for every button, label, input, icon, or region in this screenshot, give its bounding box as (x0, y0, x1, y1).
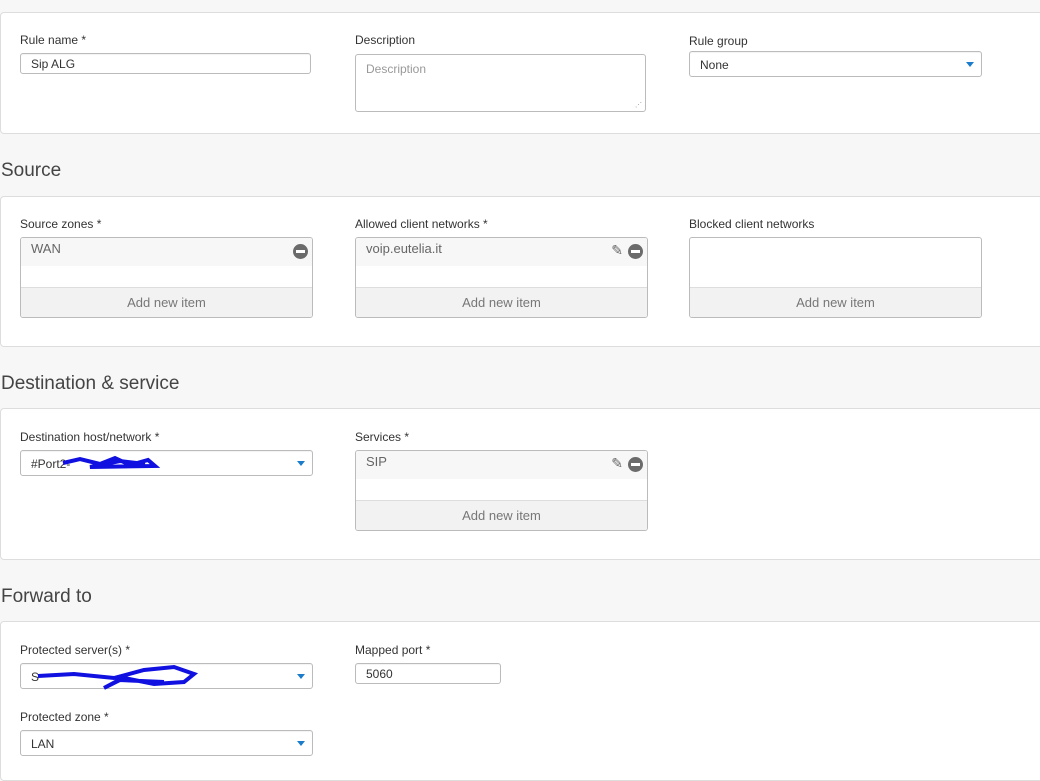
item-label: voip.eutelia.it (366, 241, 442, 256)
item-label: WAN (31, 241, 61, 256)
add-new-item-button[interactable]: Add new item (356, 287, 647, 317)
mapped-port-label: Mapped port * (355, 643, 430, 657)
chevron-down-icon (966, 62, 974, 67)
forward-heading: Forward to (1, 586, 92, 608)
item-label: SIP (366, 454, 387, 469)
services-list: SIP ✎ Add new item (355, 450, 648, 531)
remove-icon[interactable] (293, 244, 308, 259)
description-textarea[interactable]: Description ⋰ (355, 54, 646, 112)
remove-icon[interactable] (628, 457, 643, 472)
add-new-item-button[interactable]: Add new item (21, 287, 312, 317)
allowed-networks-list: voip.eutelia.it ✎ Add new item (355, 237, 648, 318)
forward-panel (0, 621, 1040, 781)
source-zones-label: Source zones * (20, 217, 101, 231)
source-heading: Source (1, 160, 61, 182)
edit-icon[interactable]: ✎ (611, 455, 623, 472)
blocked-networks-label: Blocked client networks (689, 217, 814, 231)
chevron-down-icon (297, 741, 305, 746)
chevron-down-icon (297, 674, 305, 679)
description-label: Description (355, 33, 415, 47)
protected-servers-value: S (31, 670, 39, 684)
protected-servers-select[interactable]: S (20, 663, 313, 689)
allowed-networks-label: Allowed client networks * (355, 217, 488, 231)
protected-servers-label: Protected server(s) * (20, 643, 130, 657)
rule-group-label: Rule group (689, 34, 748, 48)
protected-zone-value: LAN (31, 737, 54, 751)
remove-icon[interactable] (628, 244, 643, 259)
blocked-networks-list: Add new item (689, 237, 982, 318)
protected-zone-select[interactable]: LAN (20, 730, 313, 756)
destination-host-select[interactable]: #Port2- (20, 450, 313, 476)
protected-zone-label: Protected zone * (20, 710, 109, 724)
add-new-item-button[interactable]: Add new item (356, 500, 647, 530)
rule-group-select[interactable]: None (689, 51, 982, 77)
mapped-port-input[interactable]: 5060 (355, 663, 501, 684)
destination-host-value: #Port2- (31, 457, 70, 471)
description-placeholder: Description (366, 62, 426, 76)
rule-name-input[interactable]: Sip ALG (20, 53, 311, 74)
list-item[interactable]: WAN (21, 238, 312, 266)
services-label: Services * (355, 430, 409, 444)
destination-host-label: Destination host/network * (20, 430, 159, 444)
add-new-item-button[interactable]: Add new item (690, 287, 981, 317)
source-zones-list: WAN Add new item (20, 237, 313, 318)
chevron-down-icon (297, 461, 305, 466)
destination-heading: Destination & service (1, 373, 179, 395)
edit-icon[interactable]: ✎ (611, 242, 623, 259)
list-item[interactable]: voip.eutelia.it ✎ (356, 238, 647, 266)
rule-group-value: None (700, 58, 729, 72)
resize-grip-icon[interactable]: ⋰ (635, 101, 642, 109)
list-item[interactable]: SIP ✎ (356, 451, 647, 479)
rule-name-label: Rule name * (20, 33, 86, 47)
